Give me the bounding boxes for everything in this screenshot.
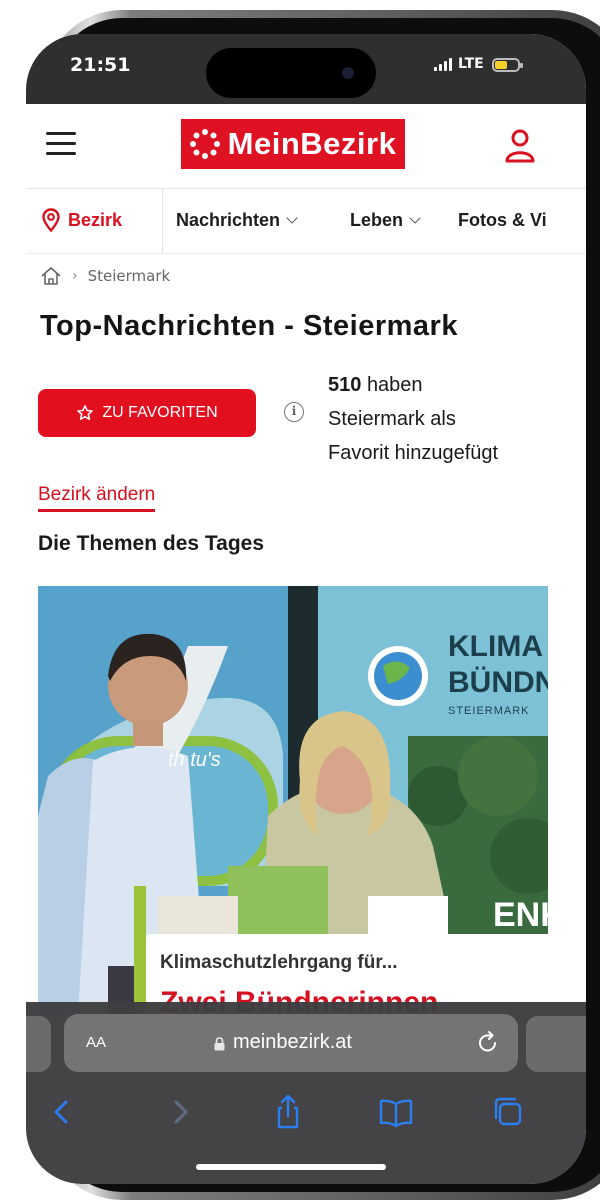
logo-icon: [189, 129, 220, 159]
article-title: Klimaschutzlehrgang für...: [160, 952, 398, 973]
nav-item-label: Nachrichten: [176, 210, 281, 230]
favorite-count-text: 510 haben Steiermark als Favorit hinzuge…: [328, 368, 558, 470]
status-time: 21:51: [70, 54, 131, 76]
logo-text: MeinBezirk: [227, 126, 397, 161]
camera-icon: [342, 67, 354, 79]
favorite-text: Favorit hinzugefügt: [328, 442, 499, 464]
browser-toolbar: [26, 1088, 586, 1138]
photo-text: BÜNDN: [448, 666, 548, 699]
site-header: MeinBezirk: [26, 104, 586, 189]
photo-text: STEIERMARK: [448, 705, 530, 717]
favorite-button[interactable]: ZU FAVORITEN: [38, 389, 256, 437]
menu-icon[interactable]: [46, 132, 76, 158]
lock-icon: [214, 1036, 225, 1050]
nav-bezirk-label: Bezirk: [68, 209, 123, 230]
chevron-down-icon: [409, 212, 421, 224]
nav-item-label: Leben: [350, 210, 404, 230]
breadcrumb-separator: ›: [72, 268, 78, 284]
previous-tab-preview[interactable]: [26, 1016, 51, 1072]
user-icon[interactable]: [504, 128, 536, 164]
chevron-down-icon: [286, 212, 298, 224]
signal-bars-icon: [434, 57, 452, 71]
nav-item-nachrichten[interactable]: Nachrichten: [176, 210, 298, 231]
screen: 21:51 LTE MeinBezirk Bezirk Nachrichten …: [26, 34, 586, 1184]
photo-text: th tu's: [168, 749, 221, 771]
signal-indicator: LTE: [434, 56, 484, 72]
share-icon[interactable]: [268, 1092, 308, 1132]
home-indicator[interactable]: [196, 1164, 386, 1170]
next-tab-preview[interactable]: [526, 1016, 586, 1072]
home-icon[interactable]: [40, 266, 62, 286]
reload-icon[interactable]: [476, 1029, 500, 1055]
info-icon[interactable]: i: [284, 402, 304, 422]
favorite-text: haben: [366, 374, 423, 396]
address-bar[interactable]: AA meinbezirk.at: [64, 1014, 518, 1072]
location-pin-icon: [42, 208, 60, 232]
favorite-count: 510: [328, 374, 362, 396]
nav-bezirk[interactable]: Bezirk: [42, 208, 122, 232]
forward-icon[interactable]: [160, 1092, 200, 1132]
status-bar: 21:51 LTE: [26, 34, 586, 104]
photo-text: KLIMA: [448, 630, 543, 663]
safari-bar: AA meinbezirk.at: [26, 1002, 586, 1184]
nav-item-fotos[interactable]: Fotos & Vi: [458, 210, 547, 231]
nav-divider: [162, 189, 163, 253]
dynamic-island: [206, 48, 376, 98]
favorite-button-label: ZU FAVORITEN: [102, 404, 218, 421]
tabs-icon[interactable]: [488, 1092, 528, 1132]
back-icon[interactable]: [42, 1092, 82, 1132]
breadcrumb-current[interactable]: Steiermark: [88, 267, 171, 285]
battery-icon: [492, 58, 523, 72]
star-icon: [77, 405, 94, 420]
url-text: meinbezirk.at: [233, 1031, 352, 1053]
favorite-text: Steiermark als: [328, 408, 456, 430]
topics-heading: Die Themen des Tages: [38, 532, 265, 555]
url-display[interactable]: meinbezirk.at: [214, 1031, 352, 1054]
change-district-link[interactable]: Bezirk ändern: [38, 484, 156, 512]
site-logo[interactable]: MeinBezirk: [181, 119, 405, 169]
nav-item-leben[interactable]: Leben: [350, 210, 421, 231]
nav-item-label: Fotos & Vi: [458, 210, 547, 230]
breadcrumb: › Steiermark: [40, 266, 170, 286]
bookmarks-icon[interactable]: [376, 1092, 416, 1132]
main-nav: Bezirk Nachrichten Leben Fotos & Vi: [26, 189, 586, 254]
reader-aa-button[interactable]: AA: [86, 1034, 106, 1051]
page-title: Top-Nachrichten - Steiermark: [40, 310, 458, 342]
photo-text: ENK: [493, 896, 548, 934]
network-label: LTE: [458, 56, 484, 72]
